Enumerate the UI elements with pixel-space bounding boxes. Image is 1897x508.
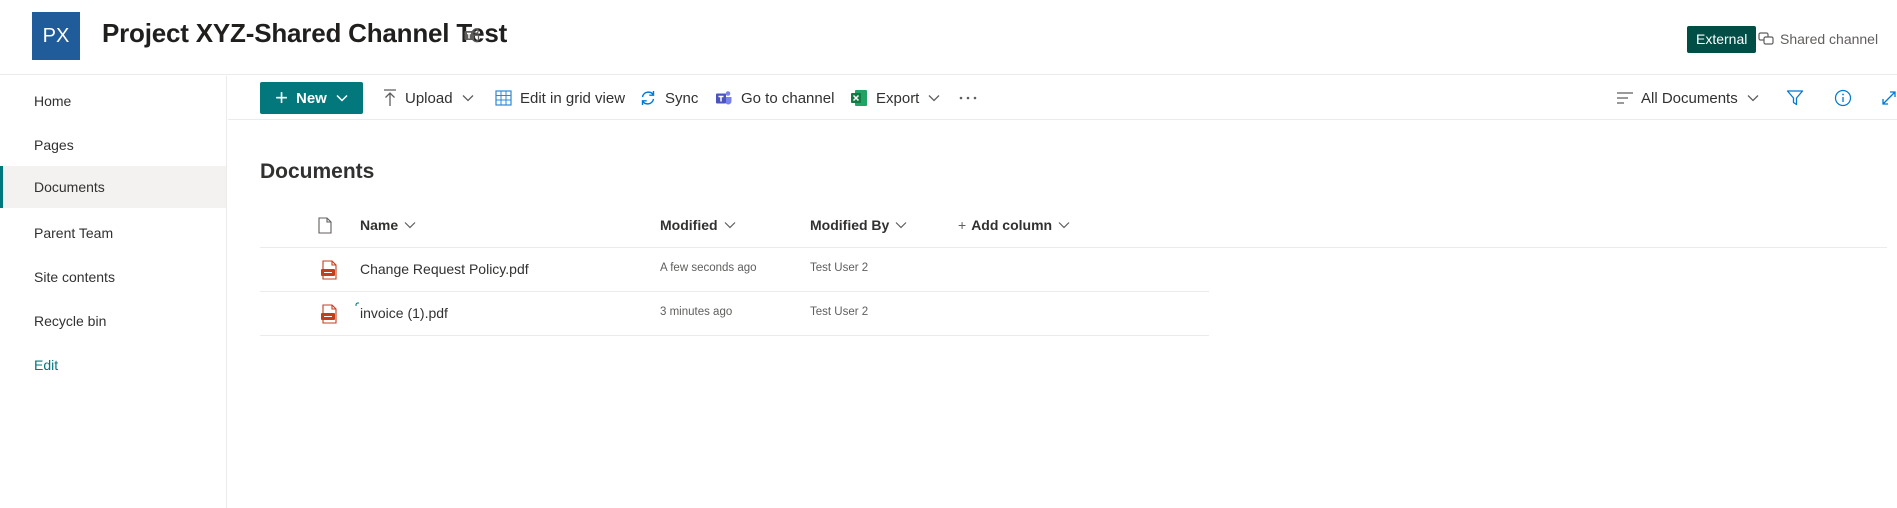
shared-channel-icon bbox=[1758, 32, 1774, 45]
file-type-icon bbox=[318, 217, 332, 234]
excel-icon bbox=[851, 90, 867, 106]
go-to-channel-button[interactable]: Go to channel bbox=[715, 76, 834, 120]
sync-label: Sync bbox=[665, 89, 699, 107]
shared-channel-indicator[interactable]: Shared channel bbox=[1758, 31, 1878, 47]
chevron-down-icon bbox=[462, 95, 474, 102]
more-button[interactable] bbox=[959, 76, 985, 120]
command-bar: + New Upload Edit in grid view Sync Go t… bbox=[228, 76, 1897, 120]
grid-icon bbox=[495, 90, 512, 106]
nav-item-site-contents[interactable]: Site contents bbox=[0, 256, 226, 298]
upload-button[interactable]: Upload bbox=[383, 76, 474, 120]
info-button[interactable] bbox=[1834, 76, 1860, 120]
nav-edit-link[interactable]: Edit bbox=[0, 344, 226, 386]
modified-column-label: Modified bbox=[660, 217, 718, 233]
more-icon bbox=[959, 96, 977, 100]
nav-item-recycle-bin[interactable]: Recycle bin bbox=[0, 300, 226, 342]
chevron-down-icon bbox=[1747, 95, 1759, 102]
file-name[interactable]: Change Request Policy.pdf bbox=[360, 261, 529, 277]
edit-grid-view-label: Edit in grid view bbox=[520, 89, 626, 107]
table-row[interactable]: Change Request Policy.pdf A few seconds … bbox=[260, 248, 1209, 292]
new-button[interactable]: + New bbox=[260, 82, 363, 114]
file-modified-by[interactable]: Test User 2 bbox=[810, 306, 868, 318]
shared-channel-label: Shared channel bbox=[1780, 31, 1879, 47]
nav-item-pages[interactable]: Pages bbox=[0, 124, 226, 166]
chevron-down-icon bbox=[404, 222, 416, 229]
go-to-channel-label: Go to channel bbox=[741, 89, 835, 107]
expand-icon bbox=[1882, 91, 1896, 105]
modified-by-column-header[interactable]: Modified By bbox=[810, 217, 907, 233]
upload-label: Upload bbox=[405, 89, 453, 107]
chevron-down-icon bbox=[724, 222, 735, 229]
sync-button[interactable]: Sync bbox=[639, 76, 698, 120]
chevron-down-icon bbox=[895, 222, 907, 229]
add-column-label: Add column bbox=[971, 217, 1053, 233]
sync-icon bbox=[641, 91, 655, 105]
new-button-label: New bbox=[296, 89, 327, 107]
info-icon bbox=[1834, 89, 1852, 107]
chevron-down-icon bbox=[1058, 222, 1070, 229]
pdf-icon bbox=[321, 304, 337, 324]
chevron-down-icon bbox=[336, 94, 348, 102]
external-badge: External bbox=[1687, 26, 1757, 53]
teams-channel-icon bbox=[716, 91, 732, 105]
name-column-header[interactable]: Name bbox=[360, 217, 416, 233]
filter-icon bbox=[1786, 90, 1804, 106]
file-modified: A few seconds ago bbox=[660, 262, 757, 274]
nav-item-parent-team[interactable]: Parent Team bbox=[0, 212, 226, 254]
export-label: Export bbox=[876, 89, 920, 107]
site-logo[interactable]: PX bbox=[32, 12, 80, 60]
chevron-down-icon bbox=[928, 95, 940, 102]
add-column-button[interactable]: + Add column bbox=[958, 217, 1070, 233]
export-button[interactable]: Export bbox=[850, 76, 940, 120]
upload-icon bbox=[384, 89, 396, 106]
expand-button[interactable] bbox=[1881, 76, 1897, 120]
modified-column-header[interactable]: Modified bbox=[660, 217, 736, 233]
view-lines-icon bbox=[1617, 92, 1633, 104]
filter-button[interactable] bbox=[1786, 76, 1812, 120]
nav-item-documents[interactable]: Documents bbox=[0, 166, 226, 208]
edit-grid-view-button[interactable]: Edit in grid view bbox=[495, 76, 625, 120]
file-modified-by[interactable]: Test User 2 bbox=[810, 262, 868, 274]
nav-item-home[interactable]: Home bbox=[0, 80, 226, 122]
name-column-label: Name bbox=[360, 217, 399, 233]
site-header: PX Project XYZ-Shared Channel Test Exter… bbox=[0, 0, 1897, 75]
file-type-column-header[interactable] bbox=[318, 217, 332, 234]
add-icon: + bbox=[958, 217, 967, 233]
site-title[interactable]: Project XYZ-Shared Channel Test bbox=[102, 18, 507, 49]
pdf-icon bbox=[321, 260, 337, 280]
view-selector[interactable]: All Documents bbox=[1617, 76, 1759, 120]
file-modified: 3 minutes ago bbox=[660, 306, 733, 318]
file-name[interactable]: invoice (1).pdf bbox=[360, 305, 448, 321]
left-navigation: Home Pages Documents Parent Team Site co… bbox=[0, 76, 227, 508]
library-title: Documents bbox=[260, 160, 375, 183]
table-row[interactable]: invoice (1).pdf 3 minutes ago Test User … bbox=[260, 292, 1209, 336]
modified-by-column-label: Modified By bbox=[810, 217, 890, 233]
view-selector-label: All Documents bbox=[1641, 89, 1738, 107]
plus-icon: + bbox=[275, 85, 288, 110]
teams-icon bbox=[463, 26, 483, 46]
